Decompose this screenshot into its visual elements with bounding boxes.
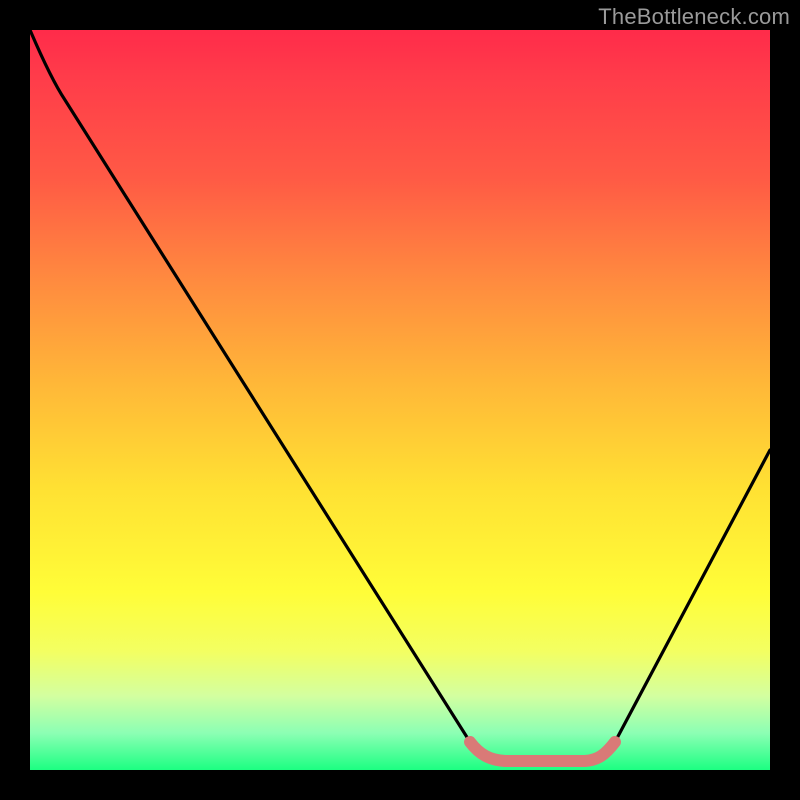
chart-frame: TheBottleneck.com — [0, 0, 800, 800]
highlight-segment — [470, 742, 615, 761]
plot-area — [30, 30, 770, 770]
watermark-label: TheBottleneck.com — [598, 4, 790, 30]
bottleneck-curve — [30, 30, 770, 770]
curve-path — [30, 30, 770, 761]
